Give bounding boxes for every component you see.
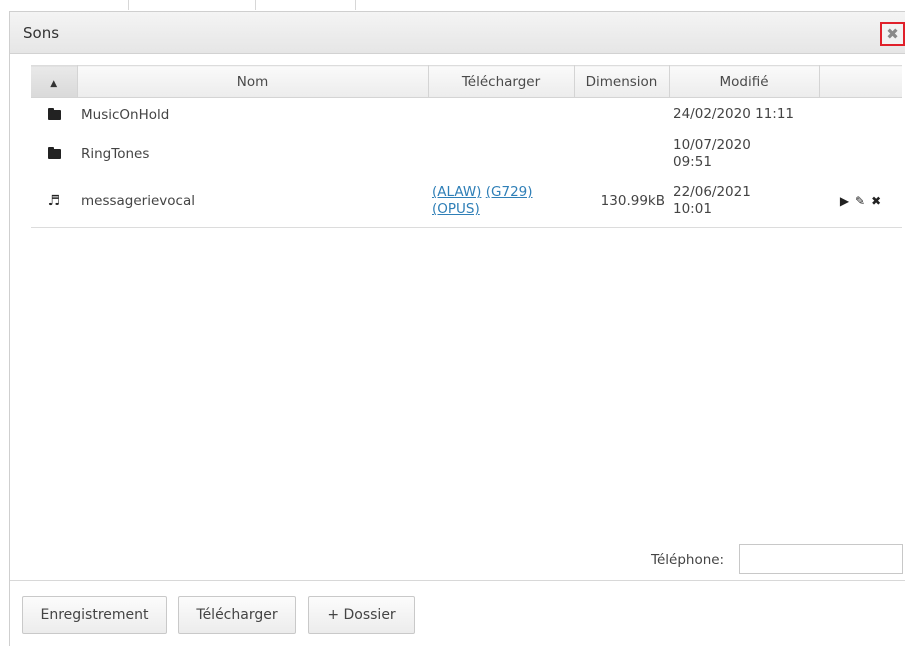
column-header-actions [819, 65, 902, 98]
file-name[interactable]: messagerievocal [77, 175, 428, 228]
download-opus-link[interactable]: (OPUS) [432, 201, 480, 217]
download-links: (ALAW) (G729) (OPUS) [428, 175, 574, 228]
file-size [574, 98, 669, 132]
delete-icon[interactable]: ✖ [871, 194, 881, 208]
file-name[interactable]: MusicOnHold [77, 98, 428, 132]
table-row[interactable]: ♬ messagerievocal (ALAW) (G729) (OPUS) 1… [31, 175, 902, 228]
play-icon[interactable]: ▶ [840, 194, 849, 208]
sounds-table: ▲ Nom Télécharger Dimension Modifié Musi… [31, 65, 902, 228]
modified-date: 22/06/2021 [673, 184, 751, 201]
file-modified: 24/02/2020 11:11 [673, 106, 795, 123]
column-header-modified[interactable]: Modifié [669, 65, 820, 98]
new-folder-button[interactable]: + Dossier [308, 596, 415, 634]
tab-divider [355, 0, 356, 10]
column-header-name[interactable]: Nom [77, 65, 429, 98]
sort-toggle-header[interactable]: ▲ [31, 65, 78, 98]
phone-label: Téléphone: [651, 552, 725, 568]
record-button[interactable]: Enregistrement [22, 596, 167, 634]
download-alaw-link[interactable]: (ALAW) [432, 184, 481, 200]
file-modified: 22/06/2021 10:01 [669, 175, 819, 228]
tab-divider [255, 0, 256, 10]
table-header-row: ▲ Nom Télécharger Dimension Modifié [31, 65, 902, 98]
upload-button[interactable]: Télécharger [178, 596, 296, 634]
dialog-titlebar: Sons ✖ [10, 12, 905, 54]
tab-divider [128, 0, 129, 10]
sounds-dialog: Sons ✖ ▲ Nom Télécharger Dimension Modif… [9, 11, 905, 646]
modified-date: 10/07/2020 [673, 136, 751, 153]
modified-time: 10:01 [673, 201, 712, 218]
file-name[interactable]: RingTones [77, 132, 428, 176]
folder-icon [47, 146, 61, 159]
download-g729-link[interactable]: (G729) [486, 184, 533, 200]
row-actions: ▶ ✎ ✖ [840, 194, 881, 208]
phone-input[interactable] [739, 544, 903, 574]
modified-time: 09:51 [673, 153, 712, 170]
dialog-title: Sons [23, 24, 60, 42]
column-header-size[interactable]: Dimension [574, 65, 670, 98]
file-size: 130.99kB [574, 175, 669, 228]
column-header-download[interactable]: Télécharger [428, 65, 575, 98]
music-note-icon: ♬ [47, 193, 61, 210]
table-row[interactable]: RingTones 10/07/2020 09:51 [31, 132, 902, 176]
file-modified: 10/07/2020 09:51 [669, 132, 819, 176]
folder-icon [47, 107, 61, 120]
table-row[interactable]: MusicOnHold 24/02/2020 11:11 [31, 98, 902, 132]
edit-icon[interactable]: ✎ [855, 194, 865, 208]
sort-ascending-icon: ▲ [50, 78, 58, 89]
close-icon: ✖ [886, 25, 899, 43]
close-button[interactable]: ✖ [880, 22, 905, 46]
file-size [574, 132, 669, 176]
footer-divider [10, 580, 905, 581]
